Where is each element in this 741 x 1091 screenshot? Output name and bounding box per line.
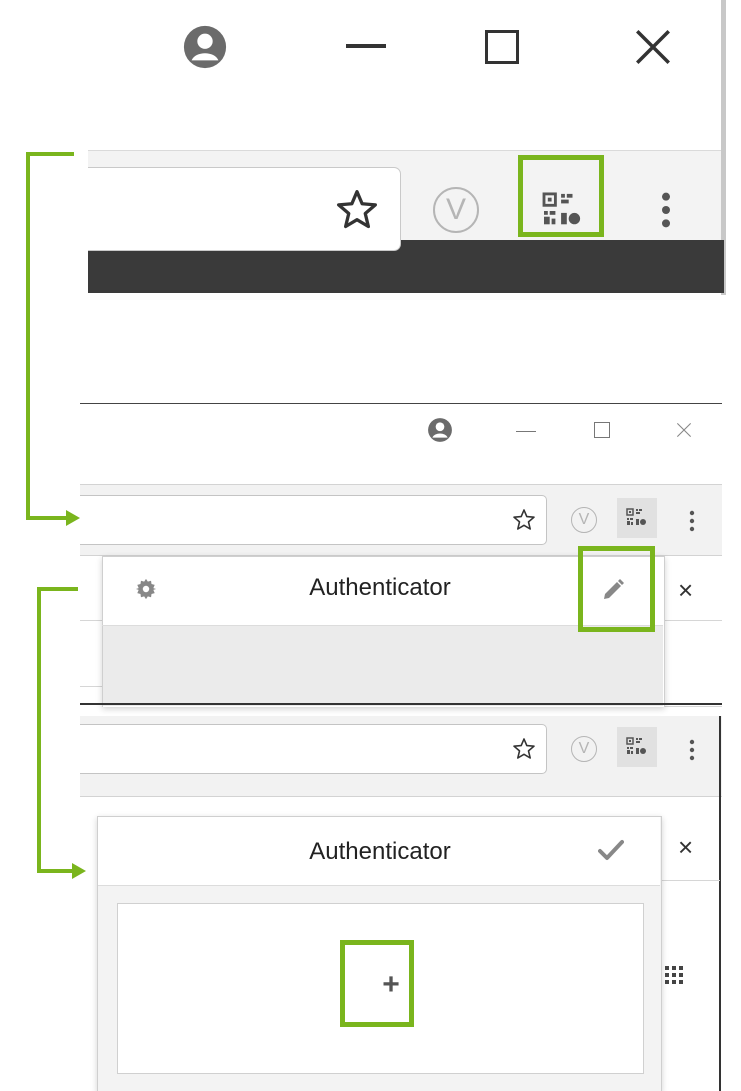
minimize-icon[interactable]: [516, 431, 536, 432]
p2-page-divider: [80, 686, 102, 687]
vivaldi-icon[interactable]: V: [571, 736, 597, 762]
p3-page-divider: [660, 880, 720, 881]
connector-2-arrow: [72, 863, 86, 879]
p3-tab-close-icon[interactable]: ×: [678, 832, 693, 863]
p2-title-bar: [80, 403, 722, 484]
maximize-icon[interactable]: [594, 422, 610, 438]
vivaldi-icon[interactable]: V: [433, 187, 479, 233]
connector-2-vertical: [37, 587, 41, 873]
connector-1-vertical: [26, 152, 30, 520]
tutorial-canvas: V V × Authenticator V × Authenticator +: [0, 0, 741, 1091]
more-menu-icon[interactable]: [689, 509, 695, 533]
close-icon[interactable]: [674, 420, 694, 440]
user-avatar-icon[interactable]: [427, 417, 453, 443]
qr-code-icon[interactable]: [625, 507, 649, 529]
vivaldi-icon[interactable]: V: [571, 507, 597, 533]
vivaldi-glyph: V: [445, 193, 466, 226]
connector-1-top: [26, 152, 74, 156]
user-avatar-icon[interactable]: [182, 24, 228, 70]
p2-tab-close-icon[interactable]: ×: [678, 575, 693, 606]
star-icon[interactable]: [512, 737, 536, 761]
p2-popup-title: Authenticator: [309, 574, 451, 601]
p3-address-bar[interactable]: [80, 724, 547, 774]
connector-2-bottom: [37, 869, 74, 873]
star-icon[interactable]: [335, 188, 379, 232]
connector-2-top: [37, 587, 78, 591]
minimize-icon[interactable]: [346, 44, 386, 48]
p2-window-edge: [80, 703, 722, 705]
checkmark-icon[interactable]: [598, 839, 624, 861]
vivaldi-glyph: V: [578, 511, 590, 528]
highlight-extension-button: [518, 155, 604, 237]
connector-1-bottom: [26, 516, 70, 520]
highlight-add-button: [340, 940, 414, 1027]
vivaldi-glyph: V: [578, 740, 590, 757]
p2-page-divider: [80, 620, 102, 621]
p2-popup-body: [103, 626, 663, 706]
gear-icon[interactable]: [135, 578, 157, 600]
p2-page-divider: [663, 620, 722, 621]
maximize-icon[interactable]: [485, 30, 519, 64]
p1-title-bar: [0, 0, 721, 150]
p2-address-bar[interactable]: [80, 495, 547, 545]
connector-1-arrow: [66, 510, 80, 526]
apps-grid-icon[interactable]: [665, 966, 683, 984]
star-icon[interactable]: [512, 508, 536, 532]
p3-window-edge: [719, 716, 721, 1091]
more-menu-icon[interactable]: [689, 738, 695, 762]
qr-code-icon[interactable]: [625, 736, 649, 758]
more-menu-icon[interactable]: [661, 188, 671, 232]
close-icon[interactable]: [632, 26, 674, 68]
p3-popup-title: Authenticator: [309, 838, 451, 865]
highlight-edit-button: [578, 546, 655, 632]
